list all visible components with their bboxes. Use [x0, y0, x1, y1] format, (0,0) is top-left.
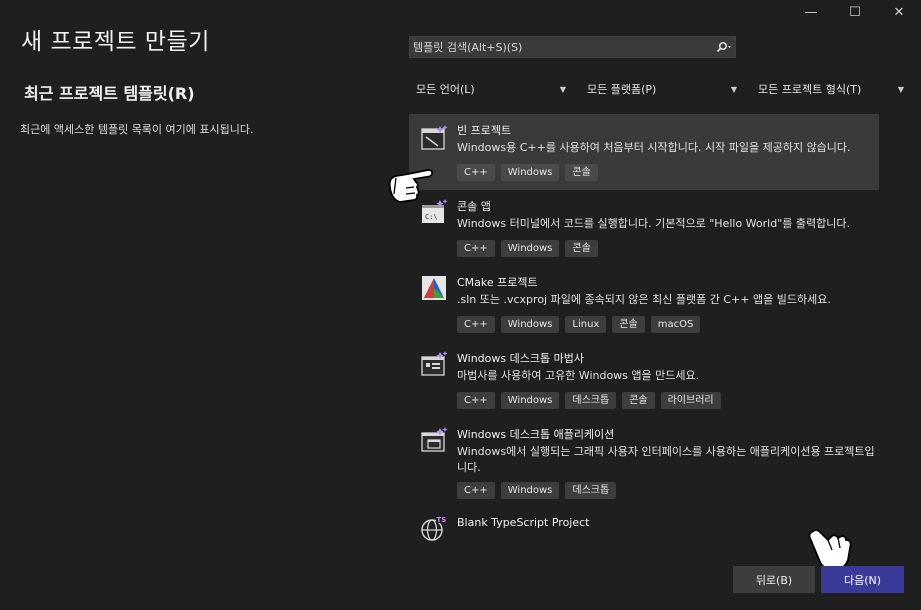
tag: 콘솔: [565, 240, 598, 257]
template-tags: C++ Windows 콘솔: [457, 164, 598, 181]
tag: C++: [457, 316, 495, 333]
page-title: 새 프로젝트 만들기: [21, 29, 210, 55]
chevron-down-icon: ▼: [559, 84, 566, 94]
template-name: 콘솔 앱: [457, 200, 491, 213]
template-tags: C++ Windows 데스크톱: [457, 482, 617, 499]
typescript-icon: TS: [421, 515, 447, 541]
template-item-console-app[interactable]: C:\ 콘솔 앱 Windows 터미널에서 코드를 실행합니다. 기본적으로 …: [409, 190, 879, 266]
empty-project-icon: [421, 125, 448, 150]
project-type-filter-dropdown[interactable]: 모든 프로젝트 형식(T) ▼: [758, 80, 904, 98]
template-name: CMake 프로젝트: [457, 276, 538, 289]
tag: Linux: [565, 316, 607, 333]
template-description: Windows용 C++를 사용하여 처음부터 시작합니다. 시작 파일을 제공…: [457, 141, 851, 154]
tag: Windows: [500, 164, 560, 181]
back-button[interactable]: 뒤로(B): [733, 566, 815, 593]
template-item-empty-project[interactable]: 빈 프로젝트 Windows용 C++를 사용하여 처음부터 시작합니다. 시작…: [409, 114, 879, 190]
recent-templates-title: 최근 프로젝트 템플릿(R): [24, 84, 195, 103]
template-search-box[interactable]: [409, 36, 736, 58]
next-button[interactable]: 다음(N): [821, 566, 904, 593]
template-item-cmake-project[interactable]: CMake 프로젝트 .sln 또는 .vcxproj 파일에 종속되지 않은 …: [409, 266, 879, 342]
window-controls: — ☐ ✕: [789, 0, 921, 24]
tag: 콘솔: [565, 164, 598, 181]
template-tags: C++ Windows 콘솔: [457, 240, 598, 257]
language-filter-dropdown[interactable]: 모든 언어(L) ▼: [416, 80, 566, 98]
tag: 데스크톱: [565, 482, 617, 499]
tag: Windows: [500, 482, 560, 499]
template-name: Blank TypeScript Project: [457, 516, 590, 529]
template-item-desktop-wizard[interactable]: Windows 데스크톱 마법사 마법사를 사용하여 고유한 Windows 앱…: [409, 342, 879, 418]
tag: 데스크톱: [565, 392, 617, 409]
tag: C++: [457, 164, 495, 181]
template-tags: C++ Windows 데스크톱 콘솔 라이브러리: [457, 392, 721, 409]
tag: 콘솔: [622, 392, 655, 409]
cmake-icon: [422, 276, 446, 300]
template-description: .sln 또는 .vcxproj 파일에 종속되지 않은 최신 플랫폼 간 C+…: [457, 293, 831, 306]
tag: C++: [457, 482, 495, 499]
tag: Windows: [500, 240, 560, 257]
project-type-filter-label: 모든 프로젝트 형식(T): [758, 83, 862, 96]
template-name: Windows 데스크톱 애플리케이션: [457, 428, 615, 441]
tag: Windows: [500, 392, 560, 409]
svg-text:TS: TS: [437, 516, 447, 524]
tag: C++: [457, 240, 495, 257]
platform-filter-label: 모든 플랫폼(P): [587, 83, 657, 96]
minimize-button[interactable]: —: [789, 0, 833, 24]
template-tags: C++ Windows Linux 콘솔 macOS: [457, 316, 701, 333]
tag: macOS: [650, 316, 701, 333]
template-name: Windows 데스크톱 마법사: [457, 352, 584, 365]
maximize-button[interactable]: ☐: [833, 0, 877, 24]
minimize-icon: —: [804, 4, 818, 20]
template-search-input[interactable]: [410, 39, 713, 55]
chevron-down-icon: ▼: [730, 84, 737, 94]
svg-text:C:\: C:\: [425, 213, 438, 221]
tag: C++: [457, 392, 495, 409]
tag: 라이브러리: [660, 392, 721, 409]
tag: Windows: [500, 316, 560, 333]
maximize-icon: ☐: [849, 4, 861, 20]
template-list: 빈 프로젝트 Windows용 C++를 사용하여 처음부터 시작합니다. 시작…: [409, 114, 879, 544]
platform-filter-dropdown[interactable]: 모든 플랫폼(P) ▼: [587, 80, 737, 98]
tag: 콘솔: [612, 316, 645, 333]
recent-templates-description: 최근에 액세스한 템플릿 목록이 여기에 표시됩니다.: [20, 123, 254, 136]
chevron-down-icon: ▼: [897, 84, 904, 94]
close-icon: ✕: [893, 4, 905, 20]
desktop-wizard-icon: [421, 351, 448, 376]
template-description: 마법사를 사용하여 고유한 Windows 앱을 만드세요.: [457, 369, 700, 382]
language-filter-label: 모든 언어(L): [416, 83, 475, 96]
search-icon[interactable]: [713, 41, 735, 53]
close-button[interactable]: ✕: [877, 0, 921, 24]
template-description: Windows에서 실행되는 그래픽 사용자 인터페이스를 사용하는 애플리케이…: [457, 445, 875, 474]
desktop-app-icon: [421, 427, 448, 452]
template-name: 빈 프로젝트: [457, 124, 512, 137]
pointing-hand-icon: [388, 169, 434, 203]
template-item-desktop-application[interactable]: Windows 데스크톱 애플리케이션 Windows에서 실행되는 그래픽 사…: [409, 418, 879, 508]
template-description: Windows 터미널에서 코드를 실행합니다. 기본적으로 "Hello Wo…: [457, 217, 850, 230]
